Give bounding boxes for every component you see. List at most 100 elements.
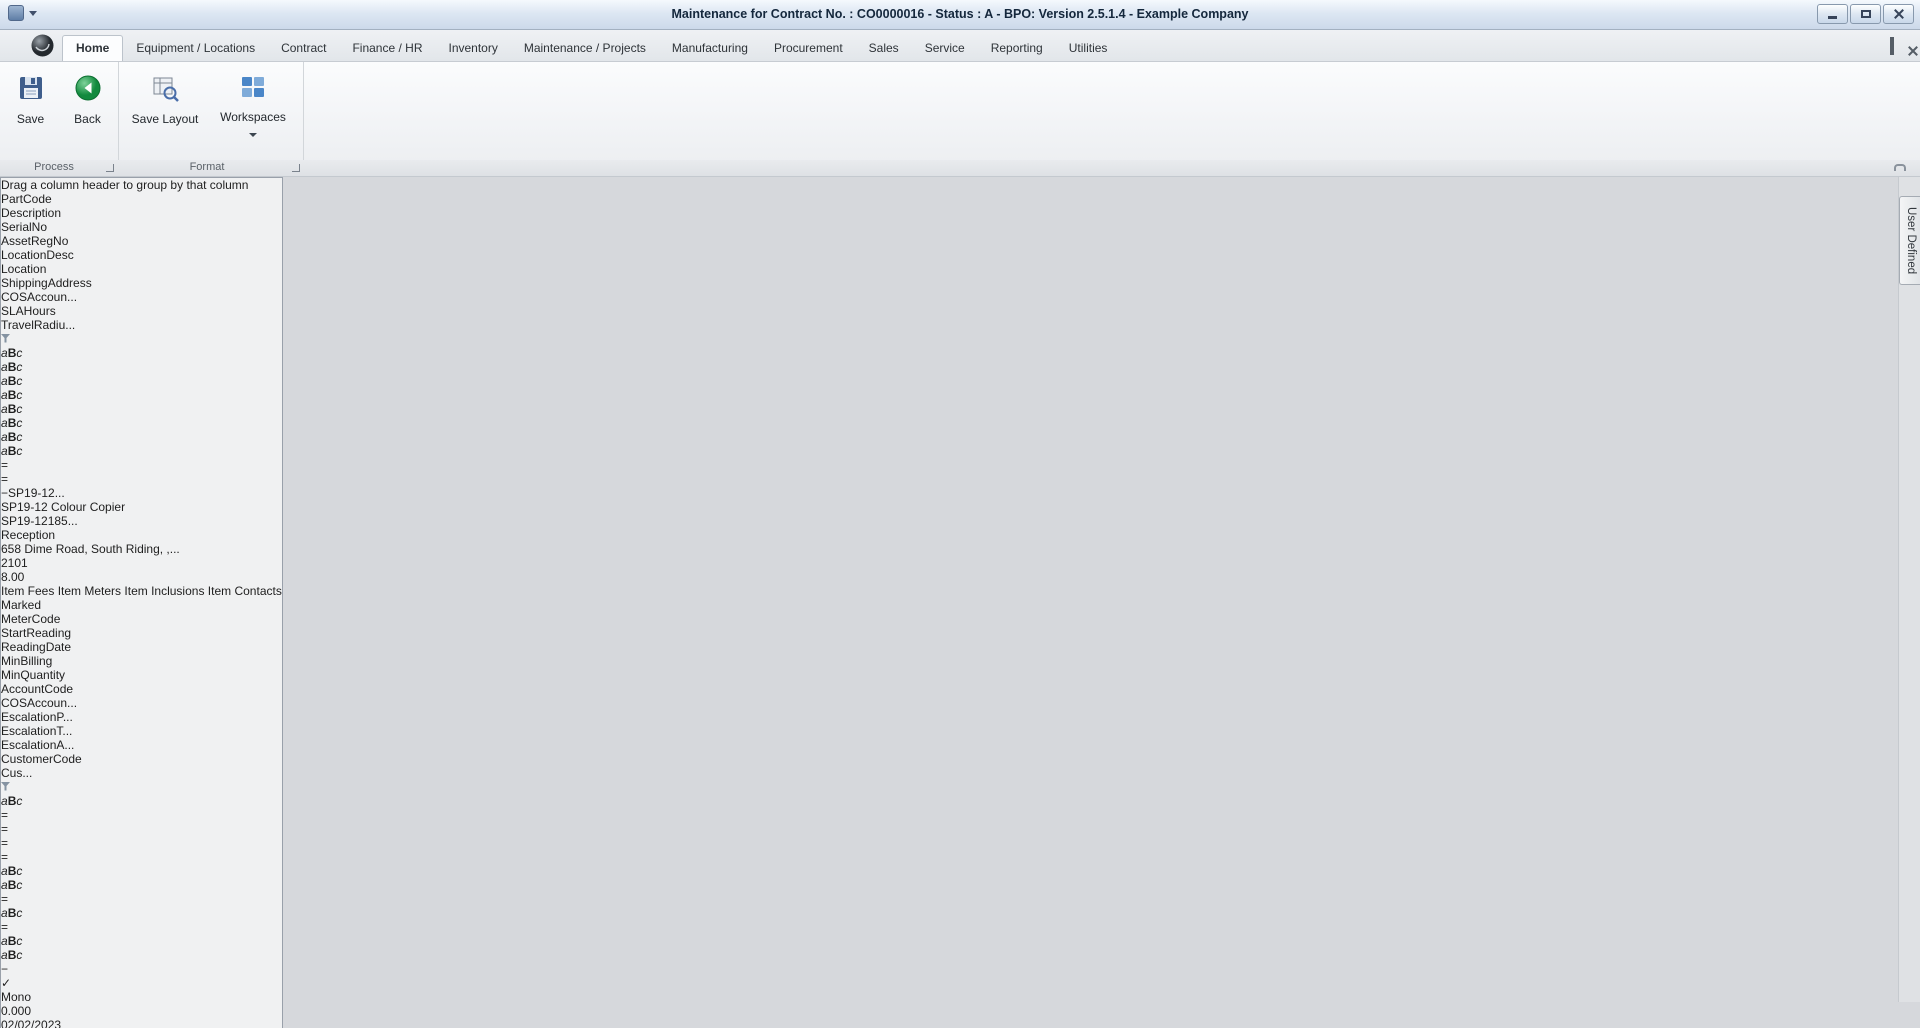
filter-cell-serialno[interactable]: aBc <box>1 374 282 388</box>
workspaces-button-label: Workspaces <box>220 110 286 124</box>
filter-cell-assetregno[interactable]: aBc <box>1 388 282 402</box>
filter-cell-startreading[interactable]: = <box>1 808 282 822</box>
cell-description[interactable]: SP19-12 Colour Copier <box>1 500 282 514</box>
column-header-assetregno[interactable]: AssetRegNo <box>1 234 282 248</box>
filter-cell-locationdesc[interactable]: aBc <box>1 402 282 416</box>
column-header-readingdate[interactable]: ReadingDate <box>1 640 282 654</box>
text-filter-icon: aBc <box>1 878 23 892</box>
filter-cell-minbilling[interactable]: = <box>1 836 282 850</box>
column-header-accountcode[interactable]: AccountCode <box>1 682 282 696</box>
cell-location[interactable]: Reception <box>1 528 282 542</box>
text-filter-icon: aBc <box>1 444 23 458</box>
group-by-bar[interactable]: Drag a column header to group by that co… <box>1 178 282 192</box>
ribbon-tab-finance-hr[interactable]: Finance / HR <box>339 36 435 61</box>
column-header-serialno[interactable]: SerialNo <box>1 220 282 234</box>
cell-shippingaddress[interactable]: 658 Dime Road, South Riding, ,... <box>1 542 282 556</box>
column-header-shippingaddress[interactable]: ShippingAddress <box>1 276 282 290</box>
application-window: Maintenance for Contract No. : CO0000016… <box>0 0 1920 1028</box>
filter-cell-accountcode[interactable]: aBc <box>1 864 282 878</box>
window-title: Maintenance for Contract No. : CO0000016… <box>671 7 1249 21</box>
ribbon-tab-inventory[interactable]: Inventory <box>435 36 510 61</box>
column-header-partcode[interactable]: PartCode <box>1 192 282 206</box>
column-header-escalationp[interactable]: EscalationP... <box>1 710 282 724</box>
ribbon-tab-home[interactable]: Home <box>62 35 124 61</box>
save-button[interactable]: Save <box>6 66 55 154</box>
filter-cell-customer[interactable]: aBc <box>1 948 282 962</box>
close-button[interactable] <box>1883 4 1914 24</box>
column-header-cosaccount[interactable]: COSAccoun... <box>1 290 282 304</box>
column-header-customercode[interactable]: CustomerCode <box>1 752 282 766</box>
column-header-travelradius[interactable]: TravelRadiu... <box>1 318 282 332</box>
filter-cell-cosaccount[interactable]: aBc <box>1 444 282 458</box>
minimize-button[interactable] <box>1817 4 1848 24</box>
filter-cell-readingdate[interactable]: = <box>1 822 282 836</box>
filter-cell-location[interactable]: aBc <box>1 416 282 430</box>
ribbon-tab-utilities[interactable]: Utilities <box>1056 36 1121 61</box>
filter-cell-description[interactable]: aBc <box>1 360 282 374</box>
ribbon-tab-reporting[interactable]: Reporting <box>978 36 1056 61</box>
dock-tab-user-defined[interactable]: User Defined <box>1899 196 1920 286</box>
collapse-row-icon[interactable]: − <box>1 486 8 500</box>
marked-checkbox[interactable]: ✓ <box>1 976 11 990</box>
column-header-escalationt[interactable]: EscalationT... <box>1 724 282 738</box>
column-header-metercode[interactable]: MeterCode <box>1 612 282 626</box>
cell-serialno[interactable]: SP19-12185... <box>1 514 282 528</box>
filter-cell-customercode[interactable]: aBc <box>1 934 282 948</box>
cell-marked[interactable]: ✓ <box>1 976 282 990</box>
tab-item-fees[interactable]: Item Fees <box>1 584 54 598</box>
ribbon-tab-service[interactable]: Service <box>912 36 978 61</box>
column-header-startreading[interactable]: StartReading <box>1 626 282 640</box>
ribbon-tab-maintenance-projects[interactable]: Maintenance / Projects <box>511 36 659 61</box>
ribbon-tab-sales[interactable]: Sales <box>856 36 912 61</box>
column-header-locationdesc[interactable]: LocationDesc <box>1 248 282 262</box>
tab-item-inclusions[interactable]: Item Inclusions <box>124 584 204 598</box>
ribbon-tab-contract[interactable]: Contract <box>268 36 339 61</box>
child-restore-button[interactable] <box>1890 37 1894 55</box>
tab-item-contacts[interactable]: Item Contacts <box>208 584 282 598</box>
save-layout-button[interactable]: Save Layout <box>125 66 205 154</box>
ribbon-tab-procurement[interactable]: Procurement <box>761 36 856 61</box>
filter-cell-cosaccount[interactable]: aBc <box>1 878 282 892</box>
collapse-row-icon[interactable]: − <box>1 962 8 976</box>
filter-cell-escalationa[interactable]: = <box>1 920 282 934</box>
tab-item-meters[interactable]: Item Meters <box>58 584 121 598</box>
back-button[interactable]: Back <box>63 66 112 154</box>
cell-startreading[interactable]: 0.000 <box>1 1004 282 1018</box>
maximize-button[interactable] <box>1850 4 1881 24</box>
filter-cell-escalationp[interactable]: = <box>1 892 282 906</box>
cell-metercode[interactable]: Mono <box>1 990 282 1004</box>
cell-slahours[interactable]: 8.00 <box>1 570 282 584</box>
filter-cell-slahours[interactable]: = <box>1 458 282 472</box>
column-header-minbilling[interactable]: MinBilling <box>1 654 282 668</box>
process-dialog-launcher-icon[interactable] <box>106 164 114 172</box>
filter-cell-partcode[interactable]: aBc <box>1 346 282 360</box>
filter-cell-travelradius[interactable]: = <box>1 472 282 486</box>
ribbon-tab-manufacturing[interactable]: Manufacturing <box>659 36 761 61</box>
column-header-description[interactable]: Description <box>1 206 282 220</box>
column-header-location[interactable]: Location <box>1 262 282 276</box>
cell-readingdate[interactable]: 02/02/2023 <box>1 1018 282 1028</box>
column-header-marked[interactable]: Marked <box>1 598 282 612</box>
text-filter-icon: aBc <box>1 934 23 948</box>
ribbon-collapse-icon[interactable] <box>1894 164 1906 171</box>
column-header-slahours[interactable]: SLAHours <box>1 304 282 318</box>
items-grid-panel: Drag a column header to group by that co… <box>0 177 283 1028</box>
column-header-cosaccount[interactable]: COSAccoun... <box>1 696 282 710</box>
app-logo-icon[interactable] <box>30 33 55 61</box>
cell-cosaccount[interactable]: 2101 <box>1 556 282 570</box>
format-dialog-launcher-icon[interactable] <box>292 164 300 172</box>
cell-partcode[interactable]: −SP19-12... <box>1 486 282 500</box>
column-header-customer[interactable]: Cus... <box>1 766 282 780</box>
workspaces-button[interactable]: Workspaces <box>213 66 293 154</box>
meters-grid-filter-row: aBc = = = = aBc aBc = aBc = aBc aBc <box>1 780 282 962</box>
column-header-minquantity[interactable]: MinQuantity <box>1 668 282 682</box>
filter-cell-minquantity[interactable]: = <box>1 850 282 864</box>
text-filter-icon: aBc <box>1 794 23 808</box>
text-filter-icon: aBc <box>1 388 23 402</box>
numeric-filter-icon: = <box>1 458 9 472</box>
filter-cell-metercode[interactable]: aBc <box>1 794 282 808</box>
column-header-escalationa[interactable]: EscalationA... <box>1 738 282 752</box>
filter-cell-shippingaddress[interactable]: aBc <box>1 430 282 444</box>
ribbon-tab-equipment-locations[interactable]: Equipment / Locations <box>123 36 268 61</box>
filter-cell-escalationt[interactable]: aBc <box>1 906 282 920</box>
